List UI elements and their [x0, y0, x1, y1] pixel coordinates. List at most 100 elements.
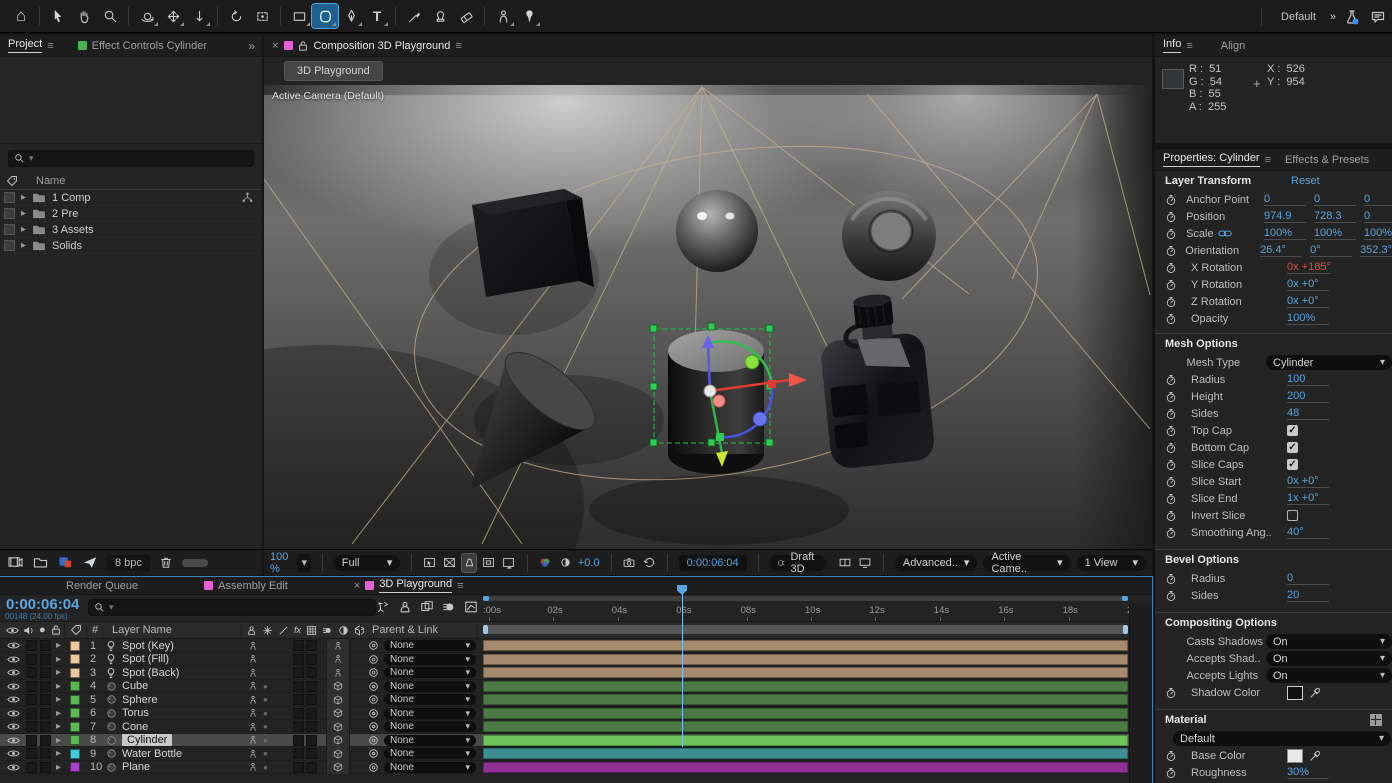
timeline-layer-row[interactable]: ▸ 9 Water Bottle ● None▾ — [0, 747, 1152, 761]
layer-color-swatch[interactable] — [70, 722, 80, 732]
motion-blur-icon[interactable] — [442, 600, 456, 614]
property-value[interactable]: 0x +0° — [1287, 295, 1329, 308]
roto-brush-tool-icon[interactable] — [490, 4, 516, 28]
timeline-tab[interactable]: Assembly Edit — [204, 580, 288, 592]
item-color-swatch[interactable] — [4, 208, 15, 219]
pan-camera-tool-icon[interactable] — [160, 4, 186, 28]
new-composition-icon[interactable] — [58, 556, 73, 569]
eye-icon[interactable] — [7, 748, 20, 759]
property-value[interactable]: 352.3° — [1360, 244, 1392, 257]
stopwatch-icon[interactable] — [1165, 573, 1177, 585]
disclosure-icon[interactable]: ▸ — [21, 208, 26, 219]
tab-align[interactable]: Align — [1221, 40, 1245, 52]
panel-menu-icon[interactable]: ≡ — [455, 40, 461, 52]
color-swatch[interactable] — [1287, 749, 1303, 763]
property-value[interactable]: 20 — [1287, 589, 1329, 602]
geometry-icon[interactable] — [333, 762, 343, 772]
layer-name[interactable]: Cube — [122, 680, 148, 692]
layer-color-swatch[interactable] — [70, 695, 80, 705]
layer-name[interactable]: Cylinder — [122, 734, 172, 746]
disclosure-icon[interactable]: ▸ — [56, 734, 61, 747]
stopwatch-icon[interactable] — [1165, 459, 1177, 471]
parent-link-header[interactable]: Parent & Link — [372, 622, 438, 638]
timeline-layer-row[interactable]: ▸ 1 Spot (Key) None▾ — [0, 639, 1152, 653]
color-swatch[interactable] — [1287, 686, 1303, 700]
collapse-icon[interactable] — [262, 625, 273, 636]
parent-link-dropdown[interactable]: None▾ — [384, 748, 476, 759]
cast-shadows-icon[interactable] — [333, 641, 343, 651]
eye-icon[interactable] — [7, 667, 20, 678]
layer-duration-bar[interactable] — [483, 735, 1128, 746]
cast-shadows-icon[interactable] — [333, 654, 343, 664]
fx-icon[interactable]: fx — [294, 625, 301, 635]
pickwhip-icon[interactable] — [368, 694, 379, 705]
pickwhip-icon[interactable] — [368, 667, 379, 678]
pickwhip-icon[interactable] — [368, 735, 379, 746]
audio-icon[interactable] — [23, 622, 34, 638]
stopwatch-icon[interactable] — [1165, 767, 1177, 779]
property-value[interactable]: 0x +0° — [1287, 475, 1329, 488]
clone-stamp-tool-icon[interactable] — [427, 4, 453, 28]
parent-link-dropdown[interactable]: None▾ — [384, 667, 476, 678]
disclosure-icon[interactable]: ▸ — [56, 666, 61, 679]
layer-name[interactable]: Plane — [122, 761, 150, 773]
property-dropdown[interactable]: On▾ — [1266, 634, 1392, 649]
pickwhip-icon[interactable] — [368, 762, 379, 773]
eye-icon[interactable] — [7, 762, 20, 773]
property-value[interactable]: 48 — [1287, 407, 1329, 420]
panel-menu-icon[interactable]: ≡ — [457, 580, 463, 592]
stopwatch-icon[interactable] — [1165, 493, 1177, 505]
torus-object[interactable] — [842, 191, 936, 281]
monitor-icon[interactable] — [858, 554, 872, 572]
disclosure-icon[interactable]: ▸ — [56, 747, 61, 760]
snapshot-camera-icon[interactable] — [622, 554, 636, 572]
draft-3d-button[interactable]: Draft 3D — [769, 555, 826, 571]
type-tool-icon[interactable]: T — [364, 4, 390, 28]
eye-icon[interactable] — [7, 708, 20, 719]
time-ruler[interactable]: :00s02s04s06s08s10s12s14s16s18s2 — [483, 602, 1128, 621]
rounded-rectangle-tool-icon[interactable] — [312, 4, 338, 28]
pickwhip-icon[interactable] — [368, 721, 379, 732]
resolution-dropdown[interactable]: Full▾ — [334, 555, 401, 571]
disclosure-icon[interactable]: ▸ — [56, 639, 61, 652]
section-material[interactable]: Material — [1155, 709, 1392, 730]
property-value[interactable]: 0 — [1364, 193, 1392, 206]
cast-shadows-icon[interactable] — [248, 654, 258, 664]
stopwatch-icon[interactable] — [1165, 687, 1177, 699]
parent-link-dropdown[interactable]: None▾ — [384, 654, 476, 665]
layer-color-swatch[interactable] — [70, 708, 80, 718]
playhead[interactable] — [682, 585, 683, 747]
property-value[interactable]: 0 — [1264, 193, 1306, 206]
item-color-swatch[interactable] — [4, 224, 15, 235]
tab-effect-controls[interactable]: Effect Controls Cylinder — [78, 40, 207, 52]
material-preset-dropdown[interactable]: Default▾ — [1173, 731, 1391, 746]
layer-duration-bar[interactable] — [483, 708, 1128, 719]
layer-name[interactable]: Spot (Back) — [122, 667, 179, 679]
disclosure-icon[interactable]: ▸ — [56, 693, 61, 706]
exposure-value[interactable]: +0.0 — [578, 557, 600, 569]
property-value[interactable]: 0° — [1310, 244, 1352, 257]
layer-duration-bar[interactable] — [483, 654, 1128, 665]
shy-icon[interactable] — [246, 625, 257, 636]
parent-link-dropdown[interactable]: None▾ — [384, 708, 476, 719]
property-value[interactable]: 0 — [1314, 193, 1356, 206]
cast-shadows-icon[interactable] — [248, 681, 258, 691]
disclosure-icon[interactable]: ▸ — [56, 680, 61, 693]
timeline-layer-row[interactable]: ▸ 3 Spot (Back) None▾ — [0, 666, 1152, 680]
stopwatch-icon[interactable] — [1165, 527, 1177, 539]
show-snapshot-icon[interactable] — [642, 554, 656, 572]
property-value[interactable]: 0x +0° — [1287, 278, 1329, 291]
view-dropdown[interactable]: Active Came..▾ — [983, 555, 1070, 571]
reset-link[interactable]: Reset — [1291, 175, 1320, 187]
puppet-pin-tool-icon[interactable] — [516, 4, 542, 28]
orbit-camera-tool-icon[interactable] — [134, 4, 160, 28]
magnification-chevron-icon[interactable]: ▾ — [297, 554, 311, 572]
stopwatch-icon[interactable] — [1165, 425, 1177, 437]
item-color-swatch[interactable] — [4, 192, 15, 203]
disclosure-icon[interactable]: ▸ — [21, 192, 26, 203]
close-icon[interactable]: × — [354, 580, 360, 592]
project-item[interactable]: ▸ 2 Pre — [0, 206, 262, 222]
project-search-input[interactable]: ▾ — [8, 150, 254, 167]
magnification-value[interactable]: 100 % — [270, 551, 291, 575]
shy-toggle-icon[interactable] — [398, 600, 412, 614]
